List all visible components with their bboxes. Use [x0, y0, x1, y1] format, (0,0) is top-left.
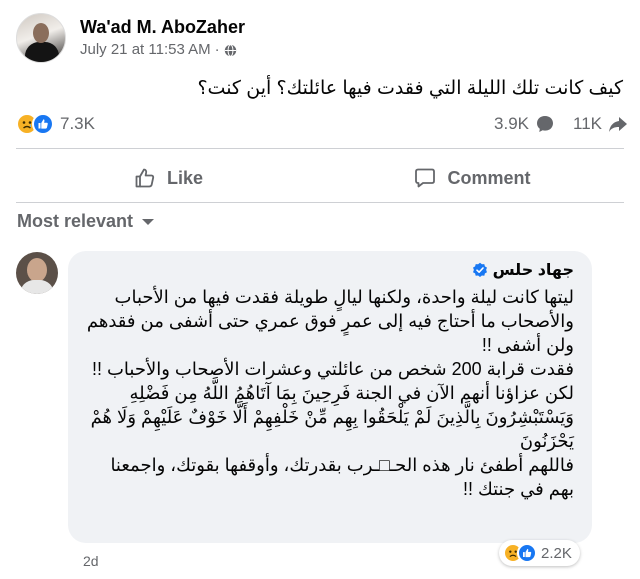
post-timestamp[interactable]: July 21 at 11:53 AM [80, 39, 211, 61]
comment-sort-dropdown[interactable]: Most relevant [17, 211, 155, 232]
globe-icon [224, 43, 236, 57]
sort-label: Most relevant [17, 211, 134, 231]
comment-bubble: جهاد حلس ليتها كانت ليلة واحدة، ولكنها ل… [68, 251, 592, 543]
post-meta: July 21 at 11:53 AM · [80, 39, 245, 61]
author-name[interactable]: Wa'ad M. AboZaher [80, 15, 245, 39]
verified-badge-icon [472, 262, 487, 277]
comment-reactions[interactable]: 2.2K [499, 540, 580, 566]
comments-stat[interactable]: 3.9K [494, 114, 555, 134]
comment-time[interactable]: 2d [83, 553, 99, 569]
post-header: Wa'ad M. AboZaher July 21 at 11:53 AM · [16, 10, 245, 66]
thumbs-up-icon [135, 168, 155, 188]
comments-count: 3.9K [494, 114, 529, 133]
comment-button-label: Comment [447, 167, 531, 188]
meta-separator: · [214, 41, 220, 58]
like-reaction-icon [32, 113, 54, 135]
author-avatar[interactable] [16, 13, 66, 63]
reaction-count: 7.3K [60, 114, 95, 133]
post-stats: 7.3K 3.9K 11K [16, 110, 628, 138]
shares-stat[interactable]: 11K [573, 114, 628, 134]
like-button[interactable]: Like [16, 156, 320, 200]
reaction-summary[interactable]: 7.3K [16, 113, 95, 135]
share-arrow-icon [609, 117, 627, 132]
commenter-header: جهاد حلس [472, 260, 574, 280]
comment-button[interactable]: Comment [320, 156, 624, 200]
post-actions: Like Comment [16, 156, 624, 200]
post-header-text: Wa'ad M. AboZaher July 21 at 11:53 AM · [80, 15, 245, 61]
comment-bubble-icon [537, 116, 553, 132]
commenter-name[interactable]: جهاد حلس [493, 260, 574, 280]
divider-top [16, 148, 624, 149]
caret-down-icon [142, 218, 155, 225]
comment-icon [415, 168, 436, 188]
divider-bottom [16, 202, 624, 203]
like-button-label: Like [166, 167, 204, 188]
commenter-avatar[interactable] [16, 252, 58, 294]
comment-text: ليتها كانت ليلة واحدة، ولكنها ليالٍ طويل… [86, 287, 574, 499]
like-reaction-icon [517, 543, 537, 563]
comment-reaction-count: 2.2K [541, 544, 572, 562]
shares-count: 11K [573, 114, 602, 133]
post-text: كيف كانت تلك الليلة التي فقدت فيها عائلت… [197, 78, 623, 99]
